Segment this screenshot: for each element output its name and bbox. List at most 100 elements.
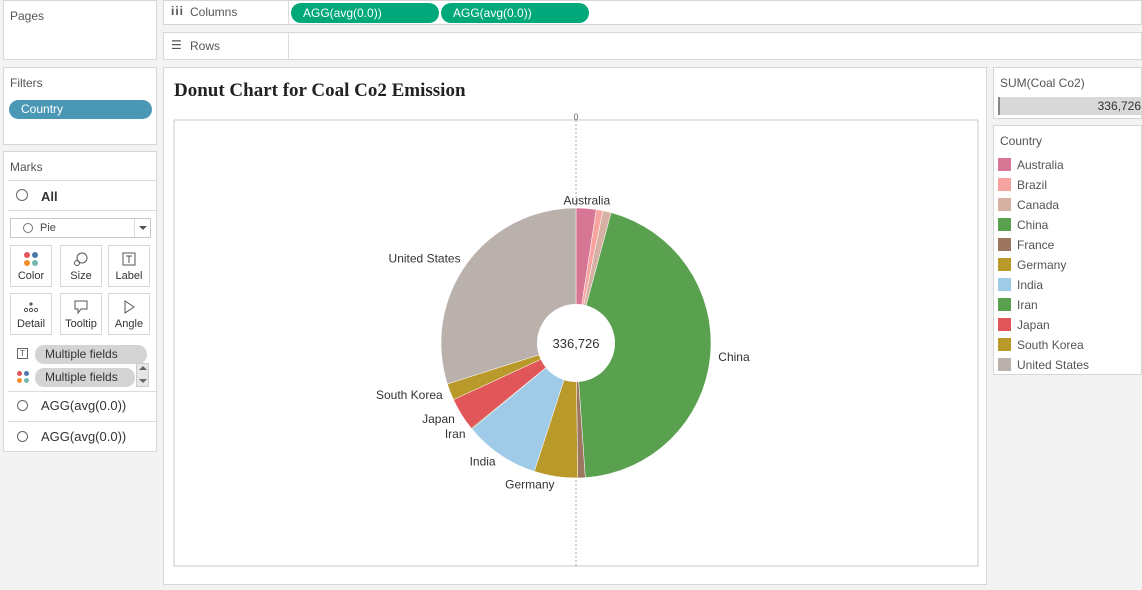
legend-item[interactable]: United States [998,358,1089,376]
country-legend: Country Australia Brazil Canada China France… [993,125,1142,375]
donut-center-label: 336,726 [553,336,600,351]
legend-item[interactable]: India [998,278,1043,296]
color-button[interactable]: Color [10,245,52,287]
sum-value: 336,726 [1097,99,1141,113]
divider [8,391,156,392]
size-button[interactable]: Size [60,245,102,287]
detail-icon [23,302,39,313]
legend-label: Brazil [1017,178,1048,192]
columns-shelf[interactable]: iii Columns AGG(avg(0.0)) AGG(avg(0.0)) [163,0,1142,25]
color-icon [24,252,38,266]
tooltip-button-label: Tooltip [65,318,97,330]
filters-label: Filters [10,76,43,90]
label-field-icon: T [17,348,28,359]
marks-section-2[interactable]: AGG(avg(0.0)) [41,429,126,444]
legend-swatch [998,178,1011,191]
legend-swatch [998,278,1011,291]
zero-axis-tick-label: 0 [573,112,578,122]
columns-pill-1[interactable]: AGG(avg(0.0)) [291,3,439,23]
pie-icon [17,400,28,411]
donut-chart: 0 336,726 Australia China Germany India Iran… [173,112,979,567]
columns-label: Columns [190,5,238,19]
slice-label: United States [389,252,461,266]
legend-label: Japan [1017,318,1050,332]
rows-icon: ☰ [171,38,182,52]
scroll-up-icon[interactable] [139,366,147,370]
dropdown-arrow-box [134,219,150,237]
detail-button-label: Detail [16,318,46,330]
legend-label: Canada [1017,198,1060,212]
columns-pill-2[interactable]: AGG(avg(0.0)) [441,3,589,23]
rows-shelf[interactable]: ☰ Rows [163,32,1142,60]
color-button-label: Color [17,270,45,282]
angle-button-label: Angle [114,318,144,330]
label-button-label: Label [115,270,143,282]
legend-item[interactable]: Australia [998,158,1064,176]
legend-swatch [998,338,1011,351]
tooltip-button[interactable]: Tooltip [60,293,102,335]
size-button-label: Size [70,270,92,282]
slice-label: Australia [563,193,610,207]
legend-swatch [998,318,1011,331]
field-scrollbar[interactable] [136,363,149,387]
tooltip-icon [74,300,88,315]
chart-sheet: Donut Chart for Coal Co2 Emission 0 336,… [163,67,987,585]
scroll-down-icon[interactable] [139,379,147,383]
angle-button[interactable]: Angle [108,293,150,335]
slice-label: Japan [422,412,455,426]
size-icon [74,252,88,266]
legend-item[interactable]: Germany [998,258,1066,276]
legend-swatch [998,258,1011,271]
pie-icon [23,223,33,233]
legend-item[interactable]: Canada [998,198,1059,216]
legend-item[interactable]: China [998,218,1048,236]
legend-label: Iran [1017,298,1038,312]
mark-type-dropdown[interactable]: Pie [10,218,151,238]
legend-label: United States [1017,358,1090,372]
legend-label: France [1017,238,1055,252]
legend-label: Australia [1017,158,1064,172]
legend-swatch [998,218,1011,231]
marks-card: Marks All Pie Color Size Label Detail To… [3,151,157,452]
legend-item[interactable]: South Korea [998,338,1084,356]
sum-card: SUM(Coal Co2) 336,726 [993,67,1142,119]
mark-type-value: Pie [40,222,56,234]
legend-item[interactable]: Brazil [998,178,1047,196]
legend-swatch [998,198,1011,211]
legend-label: China [1017,218,1049,232]
legend-item[interactable]: France [998,238,1054,256]
legend-swatch [998,238,1011,251]
legend-swatch [998,298,1011,311]
shelf-divider [288,33,289,60]
pages-card: Pages [3,0,157,60]
columns-icon: iii [171,4,185,18]
label-field-pill[interactable]: Multiple fields [35,345,147,364]
sum-range-bar[interactable]: 336,726 [998,97,1142,115]
rows-label: Rows [190,39,221,53]
pie-icon [17,431,28,442]
filters-card: Filters Country [3,67,157,145]
marks-all-icon [16,189,28,201]
shelf-divider [288,1,289,25]
slice-label: China [718,350,750,364]
slice-label: India [470,454,496,468]
filter-pill-country[interactable]: Country [9,100,152,119]
marks-label: Marks [10,160,43,174]
legend-item[interactable]: Japan [998,318,1050,336]
angle-icon [124,300,135,314]
legend-label: South Korea [1017,338,1084,352]
marks-all-label[interactable]: All [41,189,58,204]
legend-swatch [998,358,1011,371]
detail-button[interactable]: Detail [10,293,52,335]
legend-item[interactable]: Iran [998,298,1038,316]
divider [8,421,156,422]
slice-label: South Korea [376,388,443,402]
label-icon [122,252,136,266]
divider [8,180,156,181]
legend-label: Germany [1017,258,1067,272]
legend-label: India [1017,278,1044,292]
slice-label: Germany [505,477,554,491]
label-button[interactable]: Label [108,245,150,287]
marks-section-1[interactable]: AGG(avg(0.0)) [41,398,126,413]
color-field-pill[interactable]: Multiple fields [35,368,135,387]
